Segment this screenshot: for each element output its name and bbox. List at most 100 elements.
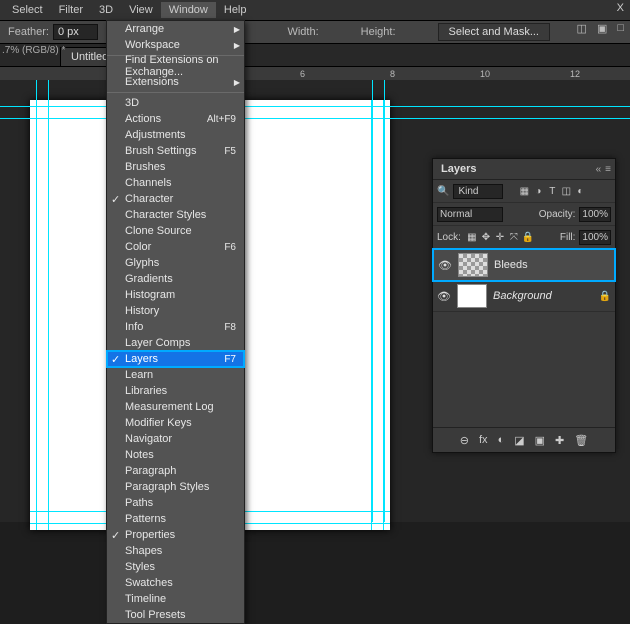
menu-item-styles[interactable]: Styles bbox=[107, 559, 244, 575]
layer-action-icon[interactable]: ◐ bbox=[498, 434, 505, 446]
layer-action-icon[interactable]: fx bbox=[479, 434, 488, 446]
layer-action-icon[interactable]: ⊖ bbox=[460, 434, 469, 447]
layer-action-icon[interactable]: 🗑 bbox=[574, 434, 588, 447]
menu-view[interactable]: View bbox=[121, 2, 161, 18]
menu-window[interactable]: Window bbox=[161, 2, 216, 18]
panel-collapse-icon[interactable]: « bbox=[596, 164, 602, 175]
menu-select[interactable]: Select bbox=[4, 2, 51, 18]
menu-item-libraries[interactable]: Libraries bbox=[107, 383, 244, 399]
menu-item-color[interactable]: ColorF6 bbox=[107, 239, 244, 255]
menu-item-timeline[interactable]: Timeline bbox=[107, 591, 244, 607]
shortcut-label: F8 bbox=[224, 322, 236, 333]
layer-filter-icon[interactable]: ◑ bbox=[531, 184, 545, 198]
menu-item-paths[interactable]: Paths bbox=[107, 495, 244, 511]
visibility-icon[interactable]: 👁 bbox=[437, 290, 451, 303]
menu-item-properties[interactable]: ✓Properties bbox=[107, 527, 244, 543]
lock-option-icon[interactable]: ✛ bbox=[493, 230, 507, 244]
workspace-switch-icon[interactable]: ◫ bbox=[577, 22, 587, 35]
layer-name[interactable]: Background bbox=[493, 290, 593, 302]
layer-kind-select[interactable]: Kind bbox=[453, 184, 503, 199]
lock-option-icon[interactable]: 🔒 bbox=[521, 230, 535, 244]
blend-mode-select[interactable]: Normal bbox=[437, 207, 503, 222]
menu-item-shapes[interactable]: Shapes bbox=[107, 543, 244, 559]
menu-item-paragraph[interactable]: Paragraph bbox=[107, 463, 244, 479]
layers-panel-footer: ⊖ fx ◐ ◪ ▣ ✚ 🗑 bbox=[433, 427, 615, 452]
menu-item-measurement-log[interactable]: Measurement Log bbox=[107, 399, 244, 415]
layer-thumbnail[interactable] bbox=[457, 284, 487, 308]
menu-item-adjustments[interactable]: Adjustments bbox=[107, 127, 244, 143]
layer-filter-icon[interactable]: T bbox=[545, 184, 559, 198]
select-and-mask-button[interactable]: Select and Mask... bbox=[438, 23, 551, 41]
menu-item-swatches[interactable]: Swatches bbox=[107, 575, 244, 591]
workspace-switch-icon[interactable]: □ bbox=[617, 22, 624, 35]
menu-item-character-styles[interactable]: Character Styles bbox=[107, 207, 244, 223]
lock-option-icon[interactable]: ▦ bbox=[465, 230, 479, 244]
menu-item-layers[interactable]: ✓LayersF7 bbox=[107, 351, 244, 367]
menu-item-workspace[interactable]: Workspace▶ bbox=[107, 37, 244, 53]
layer-action-icon[interactable]: ◪ bbox=[514, 434, 524, 447]
workspace-icons: ◫ ▣ □ bbox=[577, 22, 624, 35]
lock-label: Lock: bbox=[437, 232, 461, 243]
lock-icon[interactable]: 🔒 bbox=[599, 291, 611, 302]
layer-action-icon[interactable]: ▣ bbox=[535, 434, 545, 447]
menu-item-arrange[interactable]: Arrange▶ bbox=[107, 21, 244, 37]
menu-item-notes[interactable]: Notes bbox=[107, 447, 244, 463]
menu-item-actions[interactable]: ActionsAlt+F9 bbox=[107, 111, 244, 127]
layers-panel[interactable]: Layers «≡ 🔍 Kind ▦◑T◫◐ Normal Opacity: 1… bbox=[432, 158, 616, 453]
menu-item-gradients[interactable]: Gradients bbox=[107, 271, 244, 287]
menu-item-learn[interactable]: Learn bbox=[107, 367, 244, 383]
check-icon: ✓ bbox=[111, 353, 120, 366]
layer-thumbnail[interactable] bbox=[458, 253, 488, 277]
menu-help[interactable]: Help bbox=[216, 2, 255, 18]
layer-filter-icon[interactable]: ▦ bbox=[517, 184, 531, 198]
menu-item-glyphs[interactable]: Glyphs bbox=[107, 255, 244, 271]
menu-item-layer-comps[interactable]: Layer Comps bbox=[107, 335, 244, 351]
menu-item-brushes[interactable]: Brushes bbox=[107, 159, 244, 175]
menu-item-extensions[interactable]: Extensions▶ bbox=[107, 74, 244, 90]
fill-label: Fill: bbox=[560, 232, 576, 243]
layer-filter-icon[interactable]: ◫ bbox=[559, 184, 573, 198]
shortcut-label: F7 bbox=[224, 354, 236, 365]
menu-item-info[interactable]: InfoF8 bbox=[107, 319, 244, 335]
menu-item-3d[interactable]: 3D bbox=[107, 95, 244, 111]
panel-menu-icon[interactable]: ≡ bbox=[605, 164, 611, 175]
layer-name[interactable]: Bleeds bbox=[494, 259, 610, 271]
menu-item-character[interactable]: ✓Character bbox=[107, 191, 244, 207]
opacity-input[interactable]: 100% bbox=[579, 207, 611, 222]
menu-item-brush-settings[interactable]: Brush SettingsF5 bbox=[107, 143, 244, 159]
layer-row[interactable]: 👁 Background 🔒 bbox=[433, 281, 615, 312]
check-icon: ✓ bbox=[111, 193, 120, 206]
fill-input[interactable]: 100% bbox=[579, 230, 611, 245]
menu-item-channels[interactable]: Channels bbox=[107, 175, 244, 191]
layer-lock-row: Lock: ▦✥✛⤧🔒 Fill: 100% bbox=[433, 226, 615, 249]
window-menu-dropdown[interactable]: Arrange▶Workspace▶ Find Extensions on Exc… bbox=[106, 20, 245, 624]
menu-item-find-extensions-on-exchange-[interactable]: Find Extensions on Exchange... bbox=[107, 58, 244, 74]
visibility-icon[interactable]: 👁 bbox=[438, 259, 452, 272]
layer-filter-icon[interactable]: ◐ bbox=[573, 184, 587, 198]
shortcut-label: F6 bbox=[224, 242, 236, 253]
lock-option-icon[interactable]: ✥ bbox=[479, 230, 493, 244]
workspace-switch-icon[interactable]: ▣ bbox=[597, 22, 607, 35]
menu-item-history[interactable]: History bbox=[107, 303, 244, 319]
menu-item-histogram[interactable]: Histogram bbox=[107, 287, 244, 303]
menubar: SelectFilter3DViewWindowHelp bbox=[0, 0, 630, 21]
menu-item-tool-presets[interactable]: Tool Presets bbox=[107, 607, 244, 623]
ruler-tick: 8 bbox=[390, 69, 395, 79]
menu-3d[interactable]: 3D bbox=[91, 2, 121, 18]
submenu-arrow-icon: ▶ bbox=[234, 41, 240, 50]
layer-row[interactable]: 👁 Bleeds bbox=[433, 249, 615, 281]
menu-item-modifier-keys[interactable]: Modifier Keys bbox=[107, 415, 244, 431]
zoom-label: .7% (RGB/8) * bbox=[2, 45, 65, 56]
layers-panel-tab[interactable]: Layers bbox=[433, 160, 484, 178]
feather-input[interactable]: 0 px bbox=[53, 24, 98, 40]
shortcut-label: Alt+F9 bbox=[207, 114, 236, 125]
close-icon[interactable]: X bbox=[617, 2, 624, 14]
menu-item-patterns[interactable]: Patterns bbox=[107, 511, 244, 527]
menu-item-navigator[interactable]: Navigator bbox=[107, 431, 244, 447]
menu-item-clone-source[interactable]: Clone Source bbox=[107, 223, 244, 239]
menu-filter[interactable]: Filter bbox=[51, 2, 91, 18]
lock-option-icon[interactable]: ⤧ bbox=[507, 230, 521, 244]
menu-item-paragraph-styles[interactable]: Paragraph Styles bbox=[107, 479, 244, 495]
layer-action-icon[interactable]: ✚ bbox=[555, 434, 564, 447]
submenu-arrow-icon: ▶ bbox=[234, 25, 240, 34]
